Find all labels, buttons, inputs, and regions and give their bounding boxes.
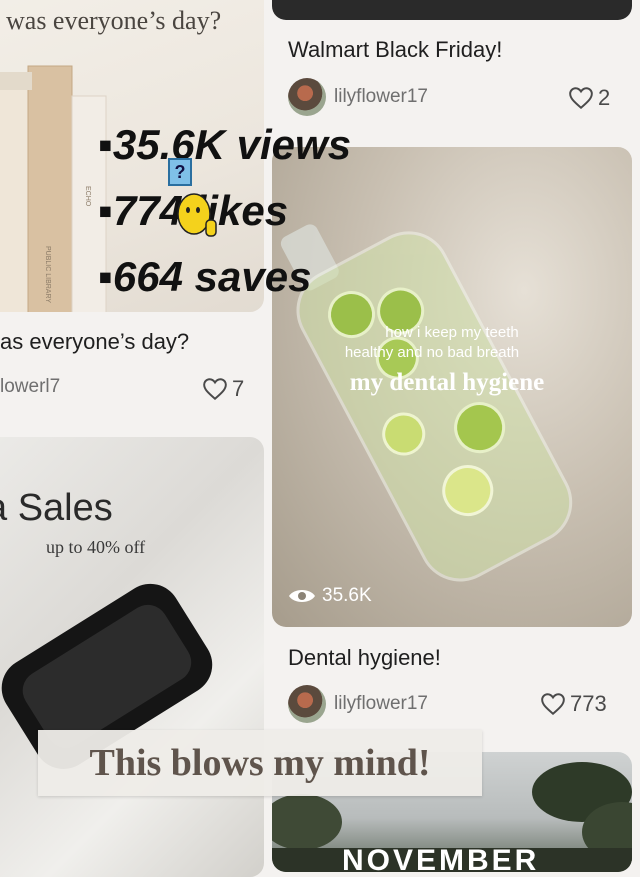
likes-count: 2 [598,85,611,110]
heart-icon[interactable] [202,377,228,401]
yellow-character-icon [177,193,217,237]
left-top-card-title[interactable]: as everyone’s day? [0,329,189,355]
svg-text:PUBLIC LIBRARY: PUBLIC LIBRARY [44,246,51,303]
banner-text: This blows my mind! [89,742,431,784]
views-count: 35.6K [322,585,372,606]
left-top-card-author[interactable]: lowerl7 [0,376,60,398]
question-figure: ? [168,158,217,237]
likes-count: 773 [570,691,607,716]
sales-heading: a Sales [0,487,113,529]
stat-views: ▪35.6K views [98,121,352,168]
dental-card-likes[interactable]: 773 [540,691,607,717]
avatar[interactable] [288,685,326,723]
heart-icon[interactable] [540,692,566,716]
dental-views: 35.6K [288,585,372,607]
dental-subtitle-line2: healthy and no bad breath [344,344,520,361]
overlay-banner: This blows my mind! [38,730,482,796]
dental-subtitle-line1: how i keep my teeth [385,324,519,341]
right-top-card-title[interactable]: Walmart Black Friday! [288,37,502,63]
right-top-card-image[interactable] [272,0,632,20]
avatar[interactable] [288,78,326,116]
dental-card-title[interactable]: Dental hygiene! [288,645,441,671]
eye-icon [289,590,315,602]
heart-icon[interactable] [568,86,594,110]
right-top-card-likes[interactable]: 2 [568,85,610,111]
sales-subheading: up to 40% off [46,537,146,557]
right-top-card-author[interactable]: lilyflower17 [288,78,428,116]
author-name: lilyflower17 [334,693,428,714]
question-mark-box: ? [168,158,192,186]
author-name: lilyflower17 [334,86,428,107]
author-name: lowerl7 [0,376,61,397]
svg-text:ECHO: ECHO [84,186,91,207]
partial-card-text: NOVEMBER [342,844,540,872]
dental-card-author[interactable]: lilyflower17 [288,685,428,723]
dental-heading: my dental hygiene [349,369,545,396]
left-top-card-likes[interactable]: 7 [202,376,244,402]
sales-card-image[interactable]: a Sales up to 40% off [0,437,264,877]
likes-count: 7 [232,376,245,401]
card-image-caption: was everyone’s day? [6,6,222,35]
